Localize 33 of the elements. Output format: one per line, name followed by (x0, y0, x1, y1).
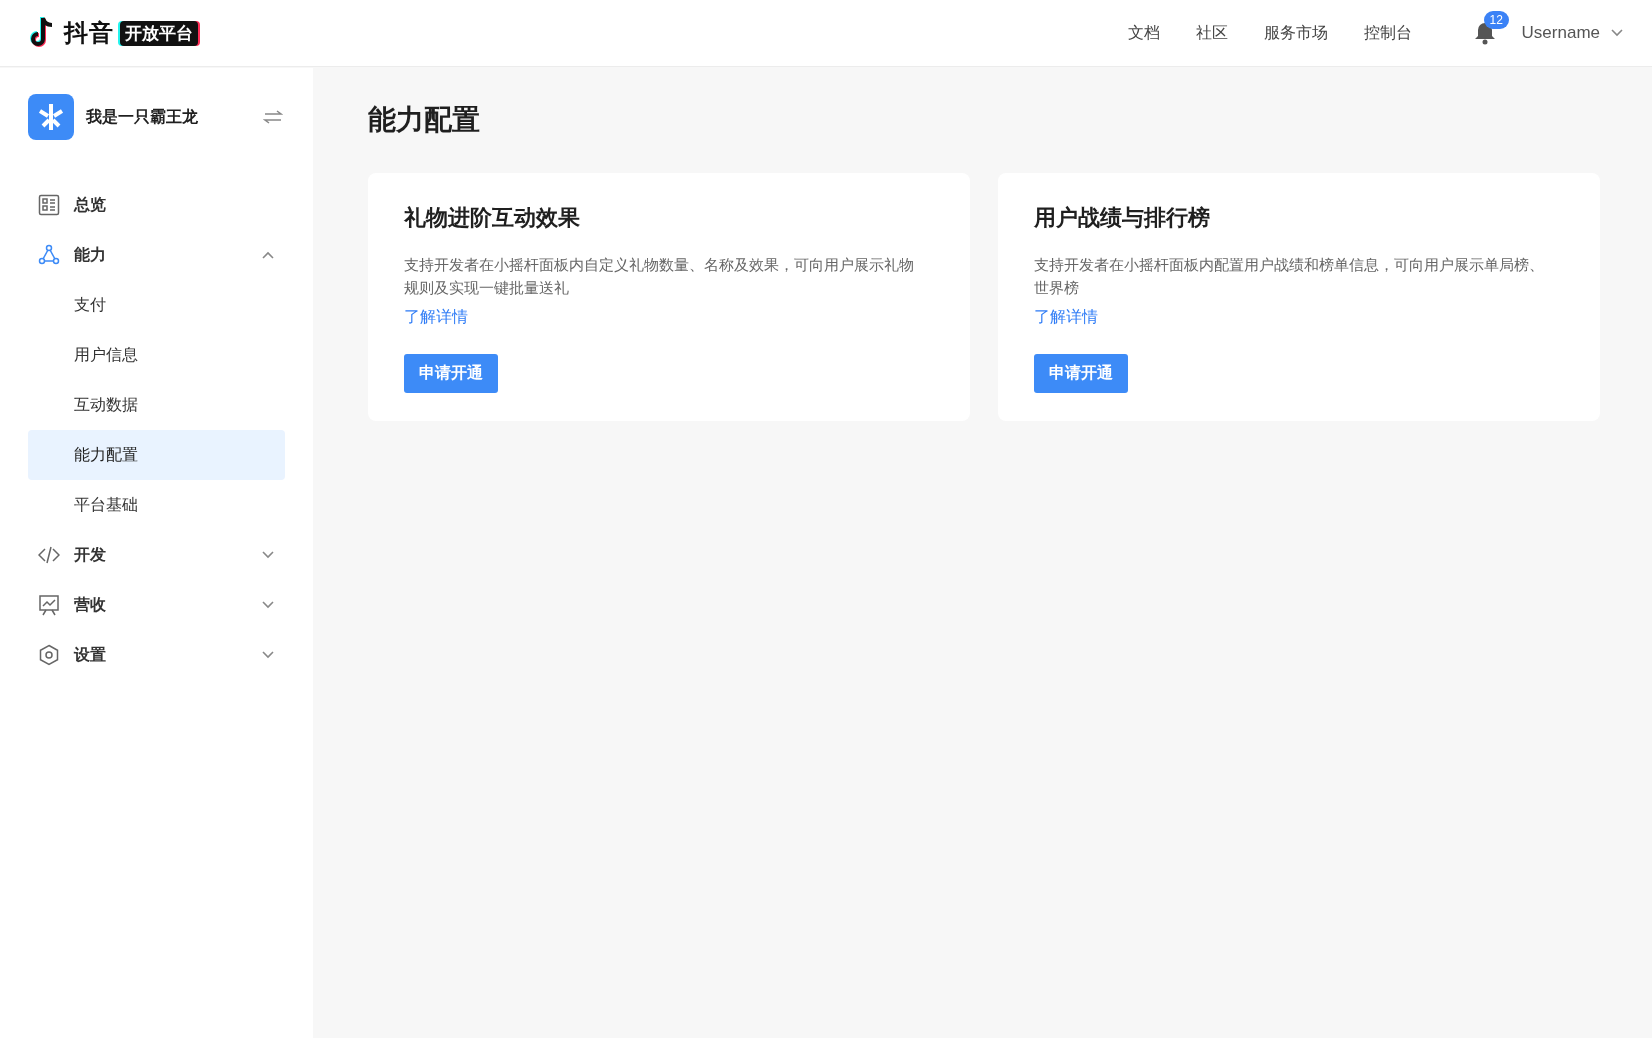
logo-text: 抖音 (64, 18, 114, 48)
user-menu[interactable]: Username (1521, 23, 1624, 43)
submenu-item[interactable]: 支付 (28, 280, 285, 330)
menu-item[interactable]: 营收 (28, 580, 285, 630)
submenu-item[interactable]: 用户信息 (28, 330, 285, 380)
details-link[interactable]: 了解详情 (404, 307, 468, 328)
notification-badge: 12 (1483, 11, 1509, 29)
card-title: 用户战绩与排行榜 (1034, 204, 1211, 232)
submenu-item[interactable]: 互动数据 (28, 380, 285, 430)
chart-board-icon (38, 594, 60, 616)
card-description: 支持开发者在小摇杆面板内配置用户战绩和榜单信息，可向用户展示单局榜、世界榜 (1034, 255, 1545, 298)
nav-link[interactable]: 控制台 (1363, 22, 1412, 44)
code-icon (38, 544, 60, 566)
app-logo-icon (28, 94, 74, 140)
menu-item[interactable]: 总览 (28, 180, 285, 230)
card-title: 礼物进阶互动效果 (404, 204, 581, 232)
dashboard-icon (38, 194, 60, 216)
logo-badge: 开放平台 (120, 20, 198, 46)
nav-link[interactable]: 服务市场 (1263, 22, 1328, 44)
settings-icon (38, 644, 60, 666)
submenu-item[interactable]: 能力配置 (28, 430, 285, 480)
menu-item[interactable]: 设置 (28, 630, 285, 680)
nav-link[interactable]: 文档 (1127, 22, 1160, 44)
page-title: 能力配置 (368, 103, 481, 137)
nav-link[interactable]: 社区 (1195, 22, 1228, 44)
details-link[interactable]: 了解详情 (1034, 307, 1098, 328)
menu-item[interactable]: 能力 (28, 230, 285, 280)
triangle-nodes-icon (38, 244, 60, 266)
app-name: 我是一只霸王龙 (86, 106, 199, 127)
card-description: 支持开发者在小摇杆面板内自定义礼物数量、名称及效果，可向用户展示礼物规则及实现一键批量送礼 (404, 255, 915, 298)
switch-button[interactable] (263, 109, 283, 125)
menu-item[interactable]: 开发 (28, 530, 285, 580)
submenu-item[interactable]: 平台基础 (28, 480, 285, 530)
